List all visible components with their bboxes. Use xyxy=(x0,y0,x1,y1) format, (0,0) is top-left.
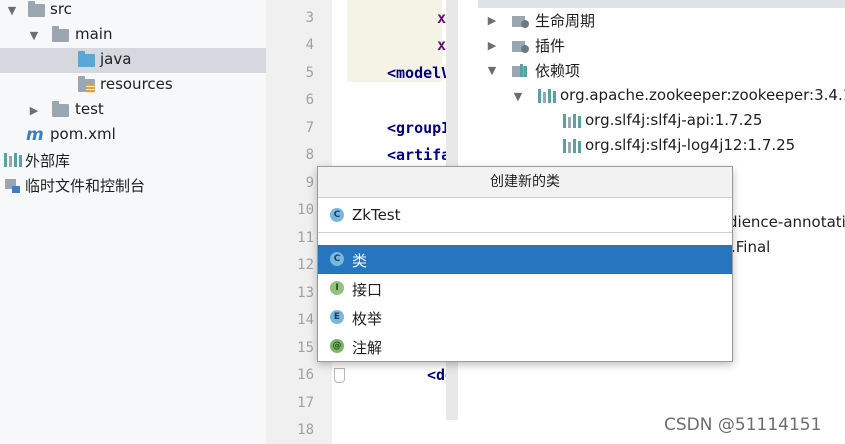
maven-item-plugins[interactable]: ▶ 插件 xyxy=(458,33,845,58)
maven-project-row[interactable] xyxy=(478,0,845,8)
kind-option-label: 注解 xyxy=(352,339,383,357)
code-line-5: <modelV xyxy=(387,64,451,82)
line-number: 14 xyxy=(297,312,314,328)
tree-item-label: src xyxy=(50,0,72,18)
line-number: 18 xyxy=(297,422,314,438)
maven-item-label: .Final xyxy=(731,237,771,256)
library-icon xyxy=(538,89,556,107)
library-icon xyxy=(4,153,22,167)
maven-item-dependencies[interactable]: ▼ 依赖项 xyxy=(458,58,845,83)
dependencies-icon xyxy=(512,63,530,83)
new-class-dialog: 创建新的类 C ZkTest C 类 I 接口 E 枚举 @ 注解 xyxy=(317,166,733,362)
tree-item-label: resources xyxy=(100,75,173,93)
interface-icon: I xyxy=(330,281,344,295)
kind-option-label: 枚举 xyxy=(352,310,383,328)
tree-item-label: 外部库 xyxy=(25,152,71,170)
line-number: 17 xyxy=(297,395,314,411)
maven-item-partial: dience-annotati xyxy=(728,209,845,234)
chevron-right-icon[interactable]: ▶ xyxy=(28,104,40,117)
maven-item-slf4j-log4j12[interactable]: org.slf4j:slf4j-log4j12:1.7.25 xyxy=(458,134,845,159)
line-number: 5 xyxy=(305,65,314,81)
annotation-icon: @ xyxy=(330,339,344,353)
tree-item-scratches[interactable]: 临时文件和控制台 xyxy=(0,173,266,198)
tree-item-src[interactable]: ▼ src xyxy=(0,0,266,23)
maven-item-label: 依赖项 xyxy=(535,62,581,80)
class-name-input[interactable]: C ZkTest xyxy=(318,198,732,233)
line-number: 8 xyxy=(305,147,314,163)
lifecycle-icon xyxy=(512,13,530,33)
tree-item-label: java xyxy=(100,50,132,68)
kind-option-enum[interactable]: E 枚举 xyxy=(318,303,732,332)
resources-folder-icon xyxy=(78,76,95,93)
maven-item-partial: .Final xyxy=(731,234,770,259)
folder-icon xyxy=(52,26,69,42)
maven-item-label: dience-annotati xyxy=(728,212,845,231)
line-number: 13 xyxy=(297,285,314,301)
enum-icon: E xyxy=(330,310,344,324)
line-number: 7 xyxy=(305,120,314,136)
tree-item-external-libraries[interactable]: 外部库 xyxy=(0,148,266,173)
line-number: 6 xyxy=(305,92,314,108)
project-tree: ▼ src ▼ main java resources ▶ test m pom… xyxy=(0,0,266,444)
kind-option-interface[interactable]: I 接口 xyxy=(318,274,732,303)
class-name-value: ZkTest xyxy=(352,206,401,224)
line-number: 3 xyxy=(305,10,314,26)
kind-option-label: 接口 xyxy=(352,281,383,299)
tree-item-resources[interactable]: resources xyxy=(0,73,266,98)
chevron-down-icon[interactable]: ▼ xyxy=(6,4,18,17)
code-line-7: <groupI xyxy=(387,119,451,137)
tree-item-label: test xyxy=(75,100,104,118)
line-number: 4 xyxy=(305,37,314,53)
maven-item-lifecycle[interactable]: ▶ 生命周期 xyxy=(458,8,845,33)
maven-icon: m xyxy=(26,125,44,145)
chevron-down-icon[interactable]: ▼ xyxy=(486,64,498,77)
plugins-icon xyxy=(512,38,530,58)
dialog-title: 创建新的类 xyxy=(318,167,732,198)
tree-item-label: main xyxy=(75,25,113,43)
maven-item-label: 生命周期 xyxy=(535,12,596,30)
watermark: CSDN @51114151 xyxy=(664,415,822,435)
maven-item-label: org.slf4j:slf4j-api:1.7.25 xyxy=(585,111,763,129)
library-icon xyxy=(563,139,581,157)
library-icon xyxy=(563,114,581,132)
tree-item-label: pom.xml xyxy=(50,125,116,143)
folder-icon xyxy=(52,101,69,117)
class-icon: C xyxy=(330,252,344,266)
class-icon: C xyxy=(330,208,344,222)
code-line-8: <artifa xyxy=(387,146,451,164)
maven-item-label: org.apache.zookeeper:zookeeper:3.4.1 xyxy=(560,86,845,104)
line-number: 12 xyxy=(297,257,314,273)
tree-item-pom[interactable]: m pom.xml xyxy=(0,123,266,148)
chevron-down-icon[interactable]: ▼ xyxy=(512,90,524,103)
source-folder-icon xyxy=(78,51,95,67)
chevron-down-icon[interactable]: ▼ xyxy=(28,29,40,42)
maven-item-zookeeper[interactable]: ▼ org.apache.zookeeper:zookeeper:3.4.1 xyxy=(458,84,845,109)
kind-option-class[interactable]: C 类 xyxy=(318,245,732,274)
fold-marker-icon[interactable] xyxy=(334,368,345,383)
maven-item-label: 插件 xyxy=(535,37,566,55)
tree-item-label: 临时文件和控制台 xyxy=(25,177,146,195)
kind-option-label: 类 xyxy=(352,252,368,270)
folder-icon xyxy=(28,1,45,17)
tree-item-test[interactable]: ▶ test xyxy=(0,98,266,123)
line-number: 11 xyxy=(297,230,314,246)
line-number: 10 xyxy=(297,202,314,218)
line-number: 16 xyxy=(297,367,314,383)
chevron-right-icon[interactable]: ▶ xyxy=(486,39,498,52)
line-number: 15 xyxy=(297,340,314,356)
maven-item-slf4j-api[interactable]: org.slf4j:slf4j-api:1.7.25 xyxy=(458,109,845,134)
scratch-icon xyxy=(4,177,22,195)
tree-item-java[interactable]: java xyxy=(0,48,266,73)
tree-item-main[interactable]: ▼ main xyxy=(0,23,266,48)
chevron-right-icon[interactable]: ▶ xyxy=(486,14,498,27)
kind-option-annotation[interactable]: @ 注解 xyxy=(318,332,732,361)
line-number: 9 xyxy=(305,175,314,191)
maven-item-label: org.slf4j:slf4j-log4j12:1.7.25 xyxy=(585,136,796,154)
